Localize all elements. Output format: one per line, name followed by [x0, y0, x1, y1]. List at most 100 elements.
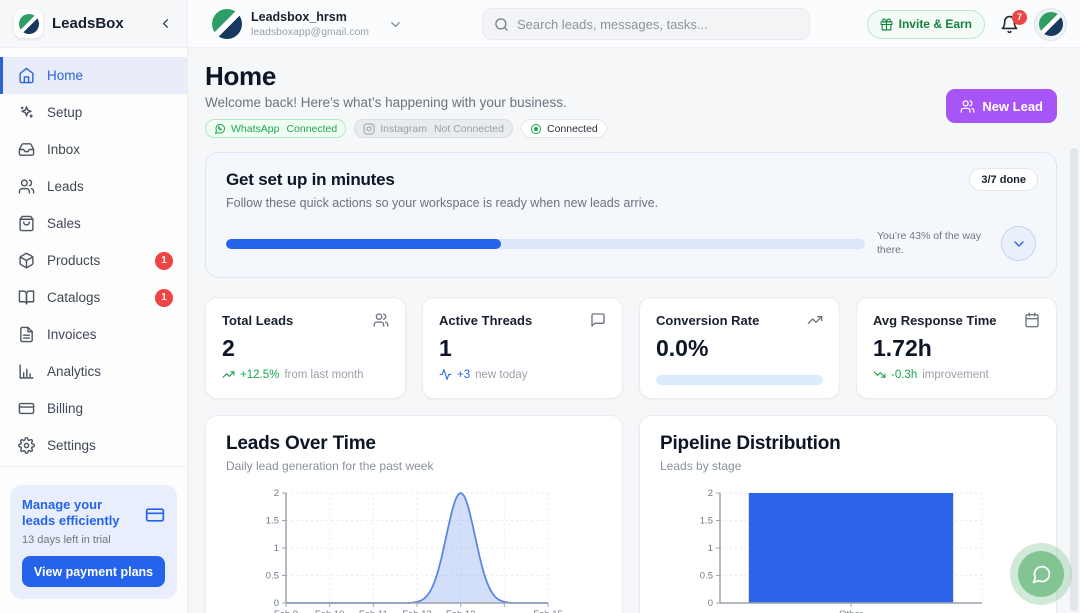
stat-label: Conversion Rate	[656, 313, 759, 328]
svg-text:0: 0	[708, 598, 713, 609]
shopping-bag-icon	[18, 215, 35, 232]
sidebar-item-home[interactable]: Home	[0, 57, 187, 94]
stat-value: 2	[222, 335, 389, 362]
sidebar-item-setup[interactable]: Setup	[0, 94, 187, 131]
support-chat-button[interactable]	[1010, 543, 1072, 605]
stat-delta-note: from last month	[284, 369, 363, 381]
notifications-button[interactable]: 7	[1000, 15, 1019, 34]
sidebar-item-settings[interactable]: Settings	[0, 427, 187, 464]
pipeline-distribution-chart: 00.511.52Other	[686, 487, 998, 613]
gift-icon-wrap	[880, 18, 893, 31]
stat-value: 1	[439, 335, 606, 362]
leadsbox-logo-mark	[19, 14, 39, 34]
stat-delta-note: new today	[475, 369, 527, 381]
trending-up-icon	[222, 368, 235, 381]
bar-chart-icon	[18, 363, 35, 380]
file-text-icon	[18, 326, 35, 343]
sidebar-item-label: Invoices	[47, 327, 97, 342]
chevron-down-icon	[388, 17, 403, 32]
svg-text:Other: Other	[839, 609, 863, 613]
home-icon	[18, 67, 35, 84]
chart-title: Leads Over Time	[226, 433, 602, 455]
svg-text:Feb 10: Feb 10	[315, 609, 345, 613]
sidebar-item-analytics[interactable]: Analytics	[0, 353, 187, 390]
setup-card-subtitle: Follow these quick actions so your works…	[226, 196, 1036, 210]
instagram-icon	[363, 123, 375, 135]
chevron-down-icon	[1011, 236, 1027, 252]
sidebar-item-billing[interactable]: Billing	[0, 390, 187, 427]
invite-earn-button[interactable]: Invite & Earn	[867, 10, 985, 39]
setup-progress-track	[226, 239, 865, 249]
svg-text:1: 1	[274, 543, 279, 554]
connection-badges: WhatsApp Connected Instagram Not Connect…	[205, 119, 1057, 138]
search-icon-wrap	[494, 17, 509, 32]
new-lead-label: New Lead	[982, 99, 1043, 114]
sidebar-item-label: Catalogs	[47, 290, 100, 305]
stat-label: Active Threads	[439, 313, 532, 328]
user-avatar[interactable]	[1034, 8, 1067, 41]
sidebar-item-sales[interactable]: Sales	[0, 205, 187, 242]
dot-circle-icon	[530, 123, 542, 135]
setup-done-badge: 3/7 done	[969, 168, 1038, 191]
page-scrollbar	[1070, 56, 1079, 611]
stat-label: Avg Response Time	[873, 313, 997, 328]
connection-badge-whatsapp[interactable]: WhatsApp Connected	[205, 119, 346, 138]
chart-subtitle: Leads by stage	[660, 459, 1036, 473]
brand-name: LeadsBox	[52, 15, 149, 32]
svg-text:0.5: 0.5	[266, 571, 279, 582]
sidebar-item-products[interactable]: Products 1	[0, 242, 187, 279]
pipeline-distribution-card: Pipeline Distribution Leads by stage 00.…	[639, 415, 1057, 613]
whatsapp-icon	[214, 123, 226, 135]
stat-delta-row: +3 new today	[439, 368, 606, 381]
connection-badge-instagram[interactable]: Instagram Not Connected	[354, 119, 513, 138]
trending-up-icon	[807, 312, 823, 328]
sidebar-item-leads[interactable]: Leads	[0, 168, 187, 205]
sidebar-item-label: Billing	[47, 401, 83, 416]
stat-delta-value: +3	[457, 369, 470, 381]
avatar-logo-mark	[1039, 12, 1063, 36]
credit-card-icon	[145, 505, 165, 525]
scrollbar-thumb[interactable]	[1070, 148, 1078, 611]
sidebar-item-label: Home	[47, 68, 83, 83]
svg-text:Feb 15: Feb 15	[533, 609, 563, 613]
account-switcher[interactable]: Leadsbox_hrsm leadsboxapp@gmail.com	[212, 0, 403, 48]
sidebar-item-label: Setup	[47, 105, 82, 120]
setup-expand-button[interactable]	[1001, 226, 1036, 261]
chevron-left-icon	[158, 16, 173, 31]
search-icon	[494, 17, 509, 32]
leadsbox-logo	[14, 9, 43, 38]
sidebar-item-catalogs[interactable]: Catalogs 1	[0, 279, 187, 316]
stat-delta-row: +12.5% from last month	[222, 368, 389, 381]
stat-card-avg-response-time: Avg Response Time 1.72h -0.3h improvemen…	[856, 297, 1057, 399]
sidebar-item-invoices[interactable]: Invoices	[0, 316, 187, 353]
account-chevron[interactable]	[388, 17, 403, 32]
sidebar-nav: Home Setup Inbox Leads Sales Products 1 …	[0, 48, 187, 464]
sidebar-item-inbox[interactable]: Inbox	[0, 131, 187, 168]
app-root: LeadsBox Home Setup Inbox Leads Sales Pr…	[0, 0, 1080, 613]
notification-count-badge: 7	[1012, 10, 1027, 25]
users-icon-wrap	[960, 99, 975, 114]
sidebar-collapse-button[interactable]	[158, 16, 173, 31]
global-search	[482, 8, 810, 40]
svg-text:Feb 12: Feb 12	[402, 609, 432, 613]
svg-text:Feb 11: Feb 11	[359, 609, 388, 613]
search-input[interactable]	[517, 17, 798, 32]
message-square-icon	[590, 312, 606, 328]
svg-text:0.5: 0.5	[700, 571, 713, 582]
settings-icon	[18, 437, 35, 454]
credit-card-icon-wrap	[145, 505, 165, 525]
new-lead-button[interactable]: New Lead	[946, 89, 1057, 123]
sidebar-item-label: Products	[47, 253, 100, 268]
stat-card-active-threads: Active Threads 1 +3 new today	[422, 297, 623, 399]
view-payment-plans-button[interactable]: View payment plans	[22, 556, 165, 587]
message-circle-icon	[1031, 564, 1052, 585]
stat-delta-row: -0.3h improvement	[873, 368, 1040, 381]
sidebar-item-label: Inbox	[47, 142, 80, 157]
conversion-progress-track	[656, 375, 823, 385]
setup-checklist-card: Get set up in minutes Follow these quick…	[205, 152, 1057, 278]
svg-text:1: 1	[708, 543, 713, 554]
page-title: Home	[205, 61, 1057, 92]
trial-card: Manage your leads efficiently 13 days le…	[10, 485, 177, 600]
connection-badge-connected[interactable]: Connected	[521, 119, 607, 138]
package-icon	[18, 252, 35, 269]
